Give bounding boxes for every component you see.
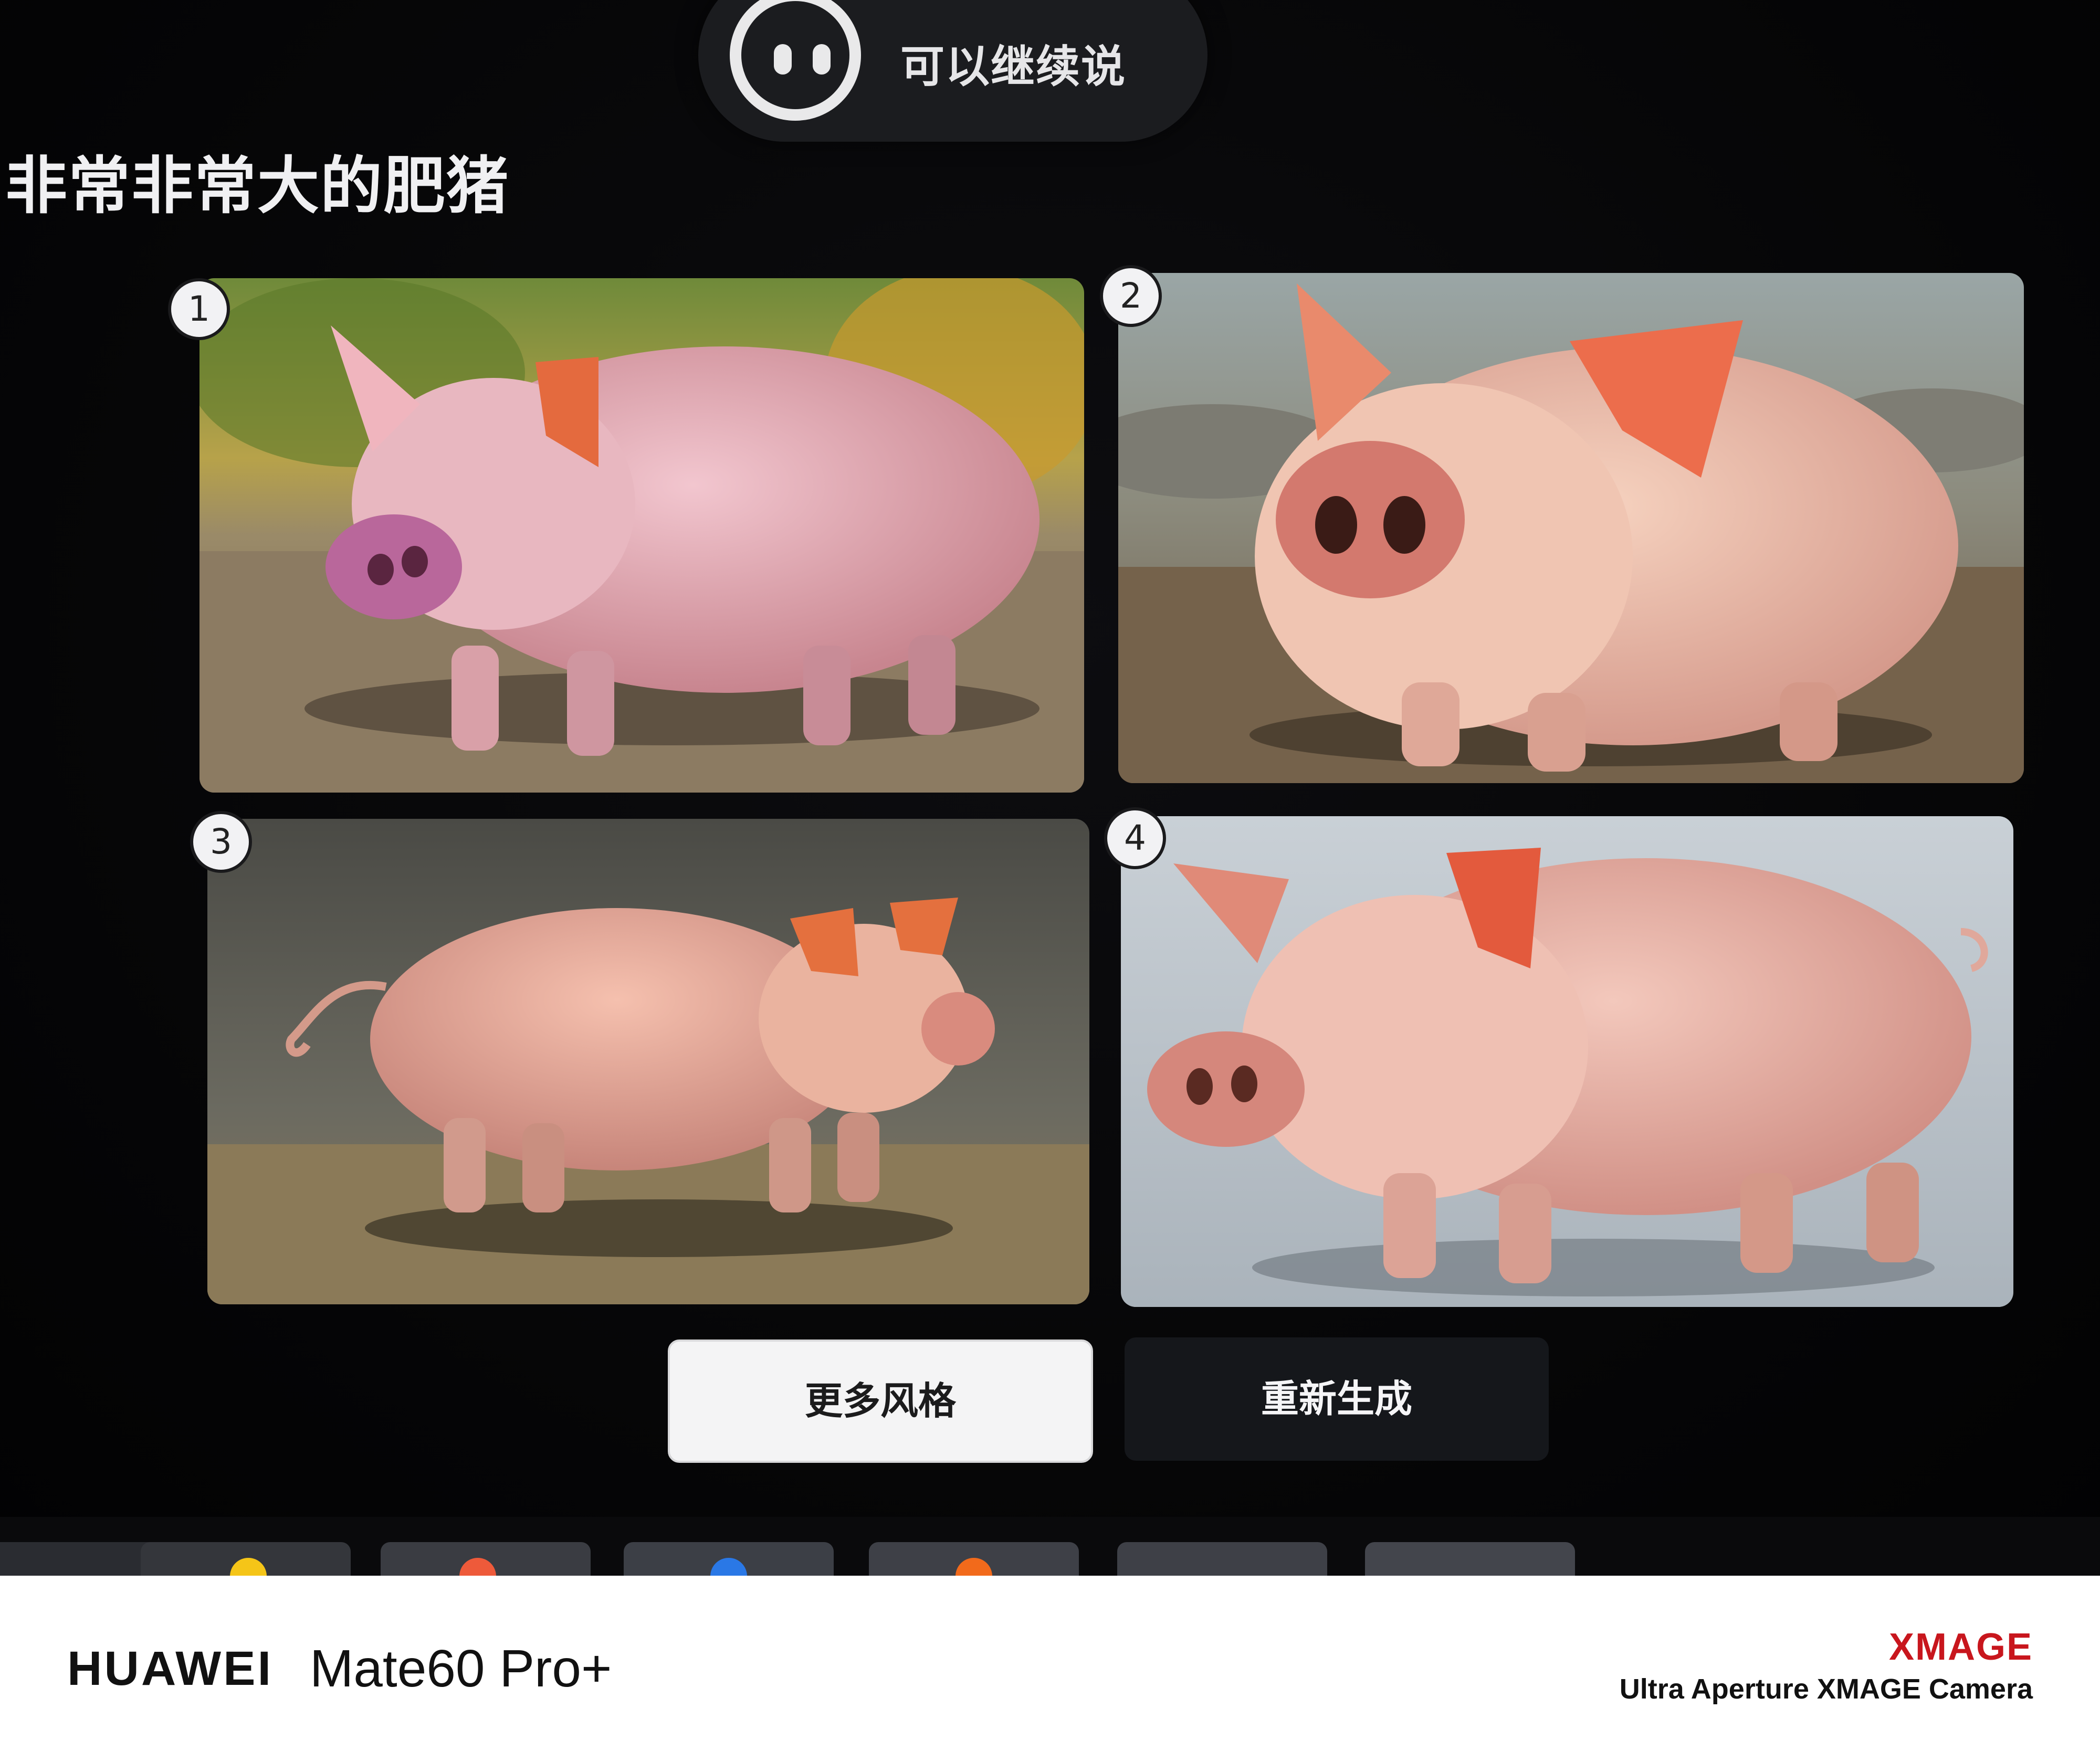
taskbar-app-5[interactable]	[869, 1542, 1079, 1576]
generated-image-2[interactable]	[1118, 273, 2024, 783]
assistant-eye-right	[813, 44, 831, 75]
app-icon	[230, 1558, 267, 1576]
camera-brand: HUAWEI	[67, 1642, 273, 1695]
camera-watermark: HUAWEI Mate60 Pro+ XMAGE Ultra Aperture …	[0, 1576, 2100, 1751]
taskbar-app-4[interactable]	[624, 1542, 834, 1576]
taskbar-app-2[interactable]	[141, 1542, 351, 1576]
pig-image-1	[200, 278, 1084, 793]
pig-image-4	[1121, 816, 2013, 1307]
camera-model: Mate60 Pro+	[310, 1639, 612, 1698]
image-index-badge-3: 3	[190, 811, 252, 873]
image-index-badge-4: 4	[1104, 807, 1166, 869]
app-icon	[956, 1558, 992, 1576]
app-icon	[459, 1558, 496, 1576]
camera-description: Ultra Aperture XMAGE Camera	[1619, 1673, 2033, 1705]
voice-assistant-bar[interactable]: 可以继续说	[698, 0, 1208, 142]
generated-image-3[interactable]	[207, 819, 1089, 1304]
image-index-badge-1: 1	[168, 278, 230, 340]
assistant-eye-left	[774, 44, 792, 75]
generated-image-4[interactable]	[1121, 816, 2013, 1307]
pig-image-2	[1118, 273, 2024, 783]
taskbar-app-7[interactable]	[1365, 1542, 1575, 1576]
tablet-screen: 可以继续说 非常非常大的肥猪 1 2 3 4 更多风格 重新生成	[0, 0, 2100, 1576]
xmage-logo: XMAGE	[1888, 1626, 2033, 1668]
voice-hint-text: 可以继续说	[900, 41, 1127, 92]
more-styles-button[interactable]: 更多风格	[668, 1339, 1093, 1463]
app-icon	[710, 1558, 747, 1576]
prompt-title: 非常非常大的肥猪	[5, 150, 510, 222]
regenerate-button[interactable]: 重新生成	[1125, 1337, 1549, 1461]
taskbar	[0, 1517, 2100, 1576]
taskbar-app-3[interactable]	[381, 1542, 591, 1576]
taskbar-app-6[interactable]	[1117, 1542, 1327, 1576]
assistant-face-icon	[730, 0, 861, 121]
pig-image-3	[207, 819, 1089, 1304]
generated-image-1[interactable]	[200, 278, 1084, 793]
image-index-badge-2: 2	[1100, 265, 1162, 327]
